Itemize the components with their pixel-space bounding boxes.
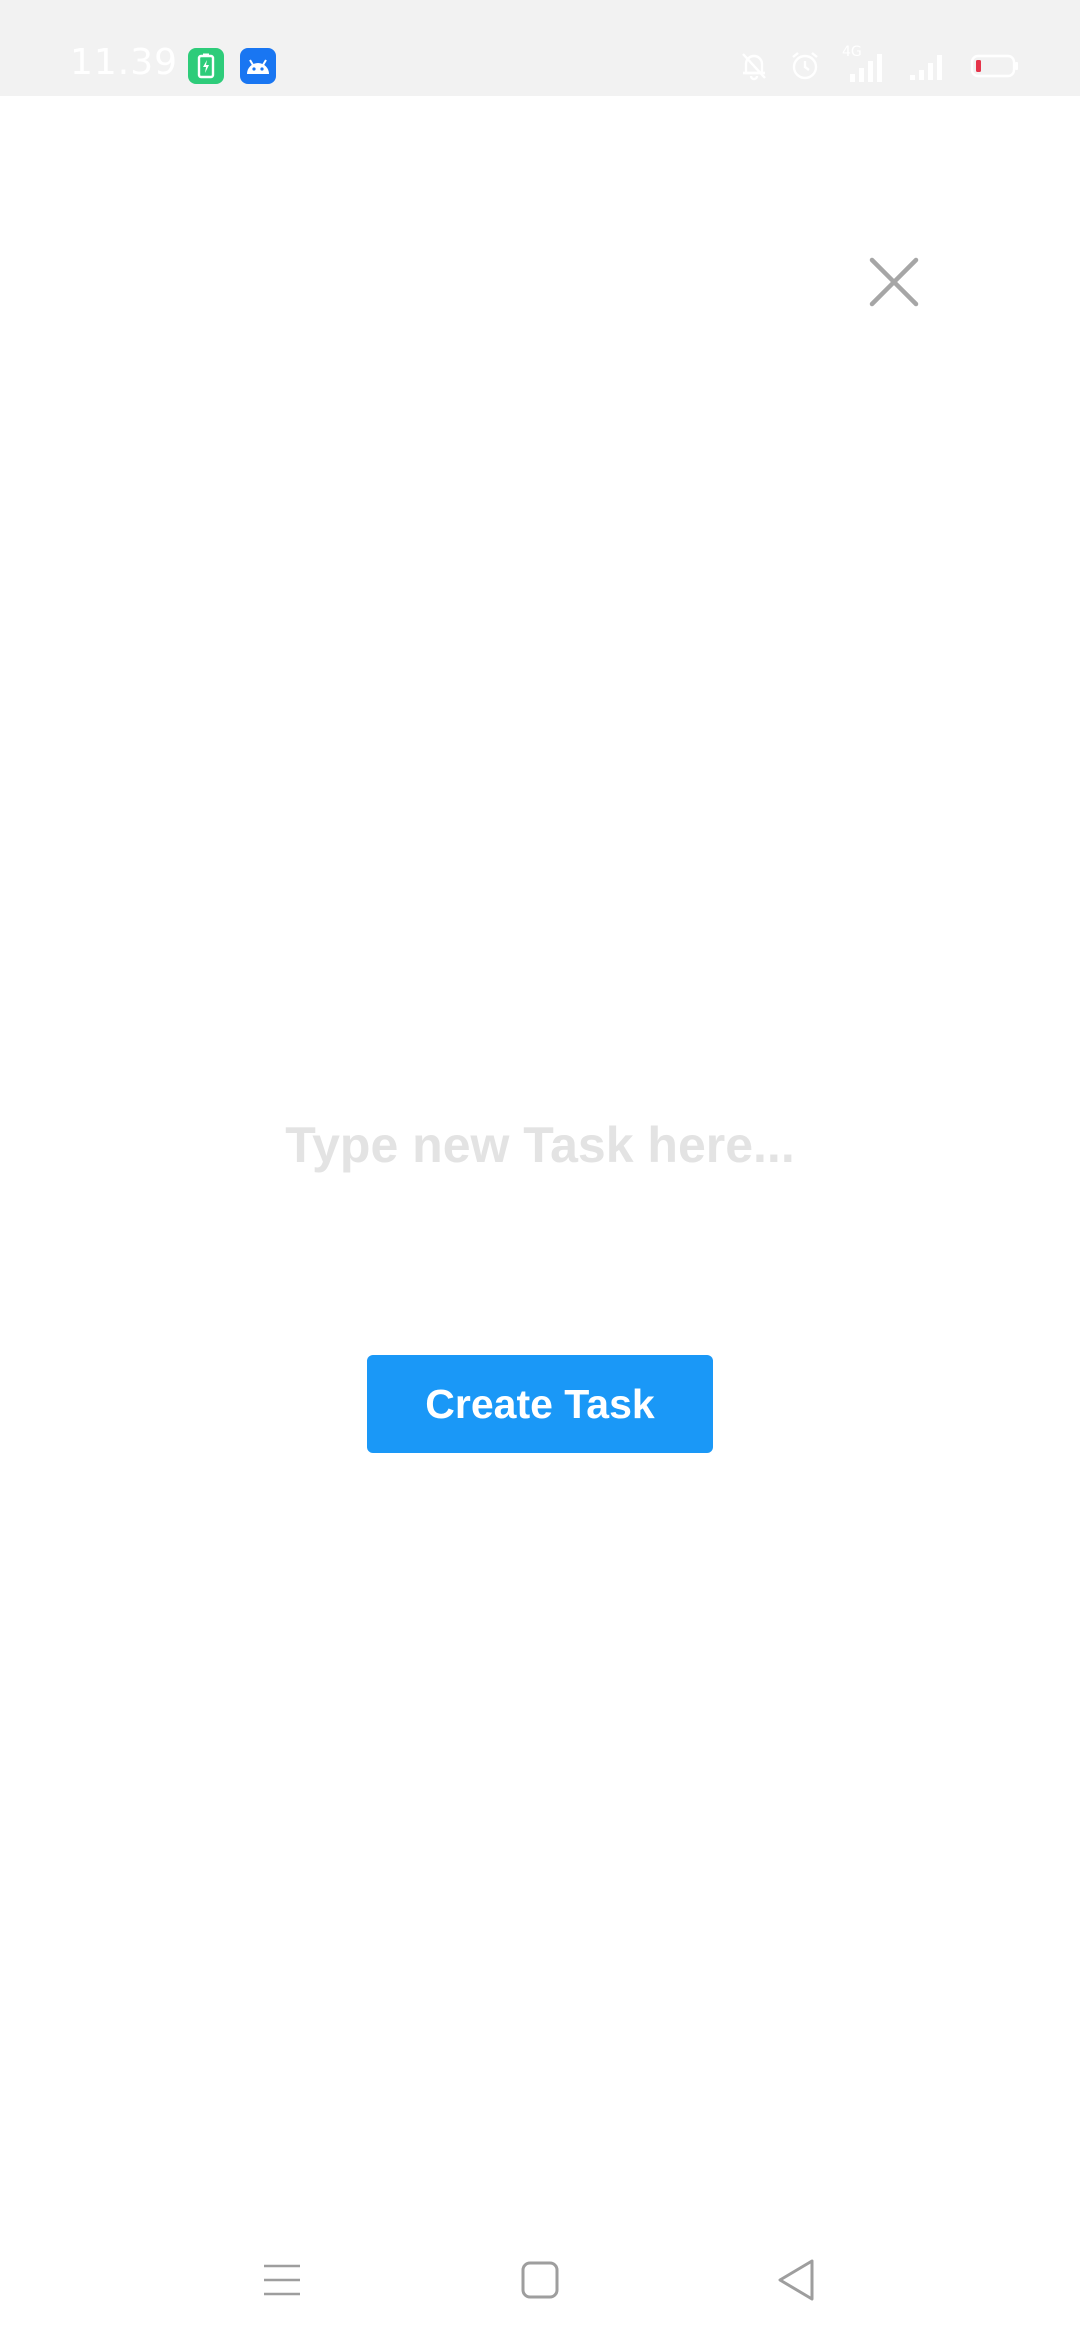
- signal-4g-icon: 4G: [842, 44, 886, 84]
- task-input[interactable]: [200, 1100, 880, 1190]
- close-button[interactable]: [868, 256, 920, 308]
- status-icons: 4G: [740, 44, 1020, 84]
- nav-home-button[interactable]: [510, 2250, 570, 2310]
- menu-icon: [264, 2264, 300, 2296]
- alarm-icon: [790, 51, 820, 81]
- signal-icon: [908, 51, 948, 81]
- status-bar: 11.39 4G: [0, 0, 1080, 96]
- back-icon: [778, 2259, 814, 2301]
- nav-menu-button[interactable]: [252, 2250, 312, 2310]
- create-task-button[interactable]: Create Task: [367, 1355, 713, 1453]
- home-icon: [521, 2261, 559, 2299]
- android-icon: [240, 48, 276, 84]
- screen: 11.39 4G Type new Task here... Create Ta…: [0, 0, 1080, 2340]
- battery-icon: [970, 52, 1020, 80]
- battery-saver-icon: [188, 48, 224, 84]
- nav-back-button[interactable]: [766, 2250, 826, 2310]
- navigation-bar: [0, 2220, 1080, 2340]
- mute-bell-icon: [740, 51, 768, 81]
- status-time: 11.39: [70, 42, 179, 83]
- create-task-label: Create Task: [425, 1380, 655, 1427]
- close-icon: [869, 257, 919, 307]
